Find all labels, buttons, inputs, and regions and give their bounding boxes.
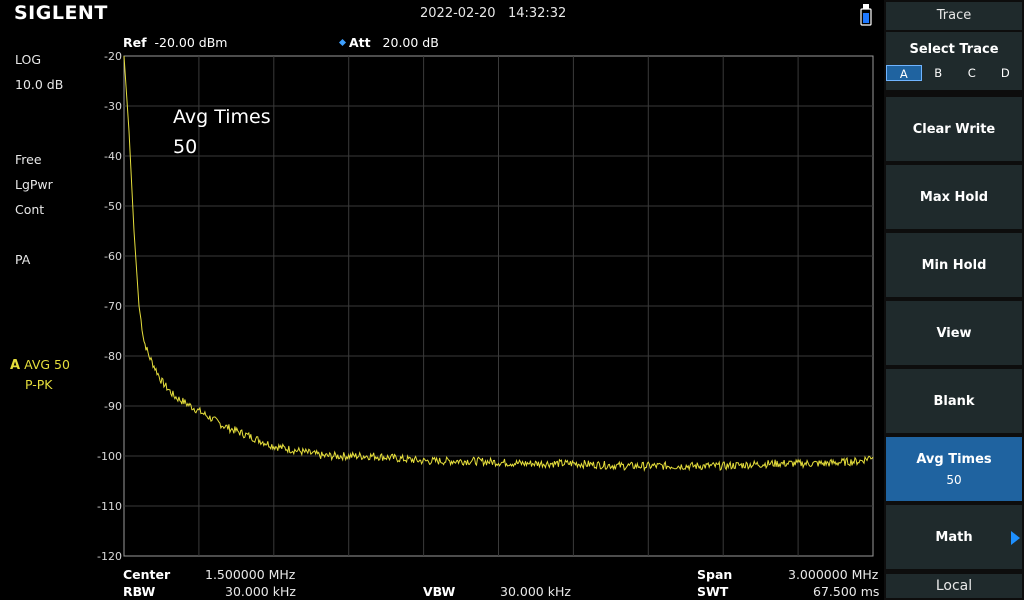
- max-hold-label: Max Hold: [919, 189, 989, 205]
- center-freq[interactable]: Center: [123, 567, 170, 582]
- spectrum-display[interactable]: -20 -30 -40 -50 -60 -70 -80 -90 -100 -110 -120: [0, 0, 884, 600]
- local-status[interactable]: Local: [886, 574, 1022, 598]
- min-hold-label: Min Hold: [921, 257, 987, 273]
- vbw[interactable]: VBW: [423, 584, 455, 599]
- rbw[interactable]: RBW: [123, 584, 155, 599]
- y-tick-label: -50: [104, 200, 122, 213]
- select-trace-label: Select Trace: [909, 42, 999, 57]
- panel-title: Trace: [886, 2, 1022, 30]
- y-tick-label: -30: [104, 100, 122, 113]
- y-tick-label: -110: [97, 500, 122, 513]
- vbw-label: VBW: [423, 584, 456, 599]
- math-label: Math: [935, 529, 973, 545]
- blank-button[interactable]: Blank: [886, 369, 1022, 433]
- clear-write-button[interactable]: Clear Write: [886, 97, 1022, 161]
- clear-write-label: Clear Write: [912, 121, 996, 137]
- y-tick-label: -80: [104, 350, 122, 363]
- y-tick-label: -20: [104, 50, 122, 63]
- y-tick-label: -40: [104, 150, 122, 163]
- swt-value: 67.500 ms: [813, 584, 880, 599]
- view-label: View: [936, 325, 972, 341]
- swt[interactable]: SWT: [697, 584, 728, 599]
- tab-trace-c[interactable]: C: [955, 65, 989, 81]
- math-button[interactable]: Math: [886, 505, 1022, 569]
- y-tick-label: -120: [97, 550, 122, 563]
- avg-times-button[interactable]: Avg Times 50: [886, 437, 1022, 501]
- y-tick-label: -90: [104, 400, 122, 413]
- span[interactable]: Span: [697, 567, 732, 582]
- tab-trace-a[interactable]: A: [886, 65, 922, 81]
- graticule: [123, 55, 874, 557]
- view-button[interactable]: View: [886, 301, 1022, 365]
- select-trace-key[interactable]: Select Trace A B C D: [886, 32, 1022, 90]
- rbw-value: 30.000 kHz: [225, 584, 296, 599]
- avg-times-overlay-title: Avg Times: [173, 106, 271, 128]
- swt-label: SWT: [697, 584, 729, 599]
- y-axis-labels: -20 -30 -40 -50 -60 -70 -80 -90 -100 -110 -120: [97, 50, 122, 563]
- vbw-value: 30.000 kHz: [500, 584, 571, 599]
- avg-times-value: 50: [946, 472, 962, 487]
- tab-trace-d[interactable]: D: [989, 65, 1023, 81]
- avg-times-label: Avg Times: [916, 451, 992, 467]
- y-tick-label: -60: [104, 250, 122, 263]
- center-value: 1.500000 MHz: [205, 567, 296, 582]
- blank-label: Blank: [933, 393, 975, 409]
- submenu-arrow-icon: [1011, 531, 1020, 545]
- rbw-label: RBW: [123, 584, 156, 599]
- y-tick-label: -100: [97, 450, 122, 463]
- span-label: Span: [697, 567, 733, 582]
- avg-times-overlay-value: 50: [173, 136, 198, 158]
- y-tick-label: -70: [104, 300, 122, 313]
- span-value: 3.000000 MHz: [788, 567, 879, 582]
- min-hold-button[interactable]: Min Hold: [886, 233, 1022, 297]
- center-label: Center: [123, 567, 171, 582]
- max-hold-button[interactable]: Max Hold: [886, 165, 1022, 229]
- tab-trace-b[interactable]: B: [922, 65, 956, 81]
- trace-tabs: A B C D: [886, 65, 1022, 81]
